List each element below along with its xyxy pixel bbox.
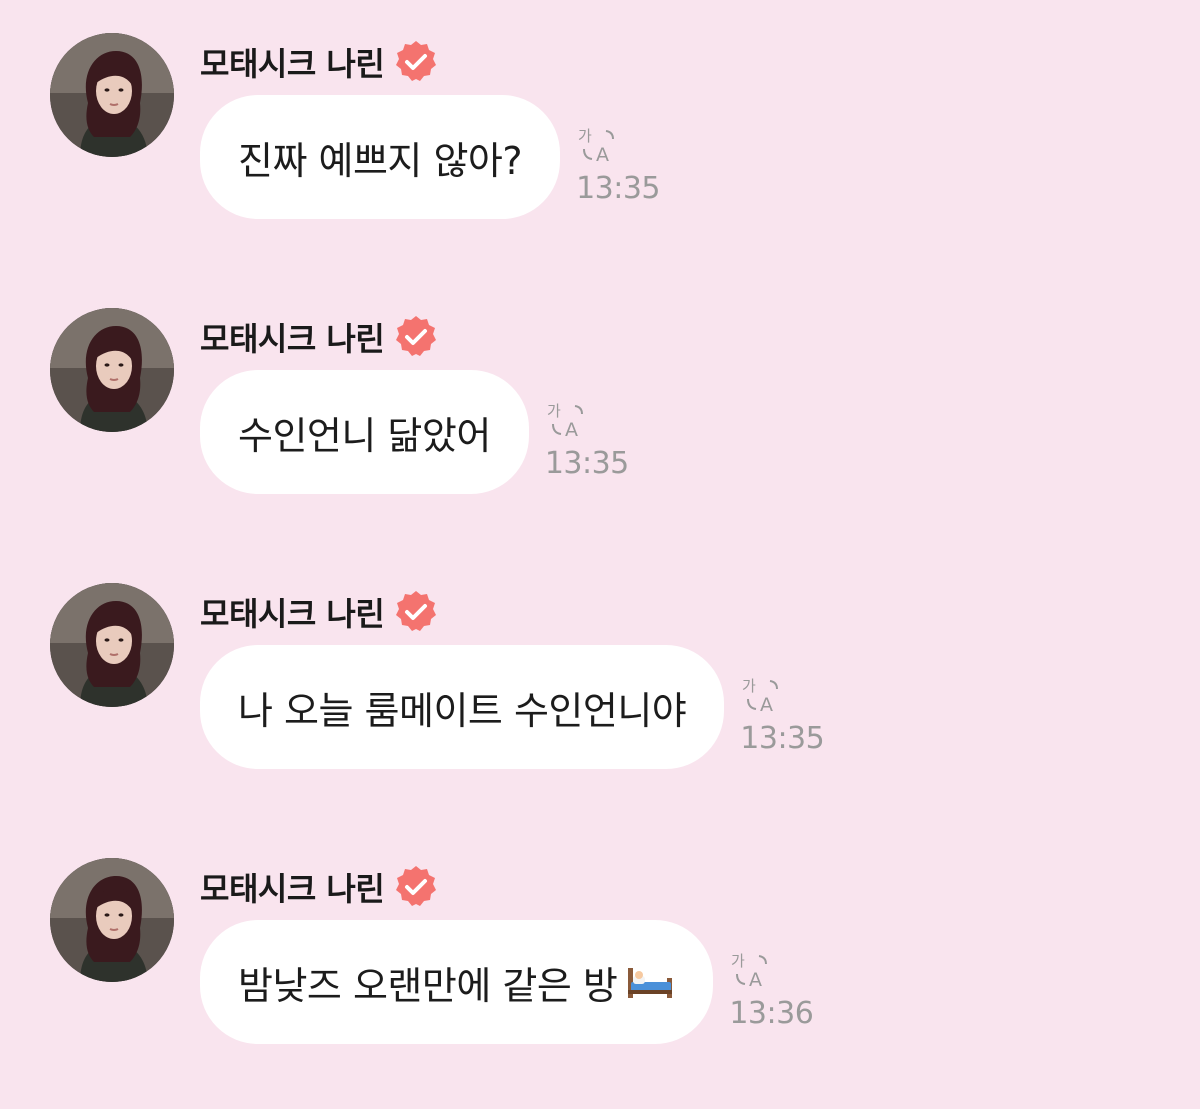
timestamp: 13:36 xyxy=(729,996,814,1031)
verified-badge-icon xyxy=(396,866,437,906)
avatar[interactable] xyxy=(50,583,174,707)
avatar[interactable] xyxy=(50,858,174,982)
sender-name[interactable]: 모태시크 나린 xyxy=(200,864,385,910)
translate-icon[interactable]: 가 A xyxy=(545,400,591,442)
svg-text:A: A xyxy=(760,694,773,716)
message-text: 수인언니 닮았어 xyxy=(238,413,491,458)
verified-badge-icon xyxy=(396,591,437,631)
avatar[interactable] xyxy=(50,308,174,432)
message-bubble[interactable]: 수인언니 닮았어 xyxy=(200,370,529,494)
message-item: 모태시크 나린 나 오늘 룸메이트 수인언니야 가 A 13:35 xyxy=(50,583,1150,803)
translate-icon[interactable]: 가 A xyxy=(740,675,786,717)
message-item: 모태시크 나린 수인언니 닮았어 가 A 13:35 xyxy=(50,308,1150,528)
message-text: 밤낮즈 오랜만에 같은 방 xyxy=(238,963,618,1008)
sender-name[interactable]: 모태시크 나린 xyxy=(200,314,385,360)
message-bubble[interactable]: 밤낮즈 오랜만에 같은 방 xyxy=(200,920,714,1044)
sender-name[interactable]: 모태시크 나린 xyxy=(200,589,385,635)
chat-thread: 모태시크 나린 진짜 예쁘지 않아? 가 A 13:35 모태시크 나린 수인언… xyxy=(0,0,1200,1109)
translate-icon[interactable]: 가 A xyxy=(576,125,622,167)
timestamp: 13:35 xyxy=(740,721,825,756)
message-bubble[interactable]: 나 오늘 룸메이트 수인언니야 xyxy=(200,645,725,769)
svg-text:가: 가 xyxy=(731,952,745,970)
sender-name[interactable]: 모태시크 나린 xyxy=(200,39,385,85)
verified-badge-icon xyxy=(396,41,437,81)
message-text: 진짜 예쁘지 않아? xyxy=(238,138,523,183)
bed-emoji-icon xyxy=(628,968,673,998)
timestamp: 13:35 xyxy=(576,171,661,206)
svg-text:A: A xyxy=(749,969,762,991)
svg-text:가: 가 xyxy=(578,127,592,145)
svg-text:가: 가 xyxy=(547,402,561,420)
message-item: 모태시크 나린 진짜 예쁘지 않아? 가 A 13:35 xyxy=(50,33,1150,253)
message-text: 나 오늘 룸메이트 수인언니야 xyxy=(238,688,687,733)
timestamp: 13:35 xyxy=(544,446,629,481)
translate-icon[interactable]: 가 A xyxy=(729,950,775,992)
svg-text:가: 가 xyxy=(742,677,756,695)
svg-text:A: A xyxy=(565,419,578,441)
message-item: 모태시크 나린 밤낮즈 오랜만에 같은 방 가 A 13:36 xyxy=(50,858,1150,1078)
message-bubble[interactable]: 진짜 예쁘지 않아? xyxy=(200,95,561,219)
svg-text:A: A xyxy=(596,144,609,166)
avatar[interactable] xyxy=(50,33,174,157)
verified-badge-icon xyxy=(396,316,437,356)
